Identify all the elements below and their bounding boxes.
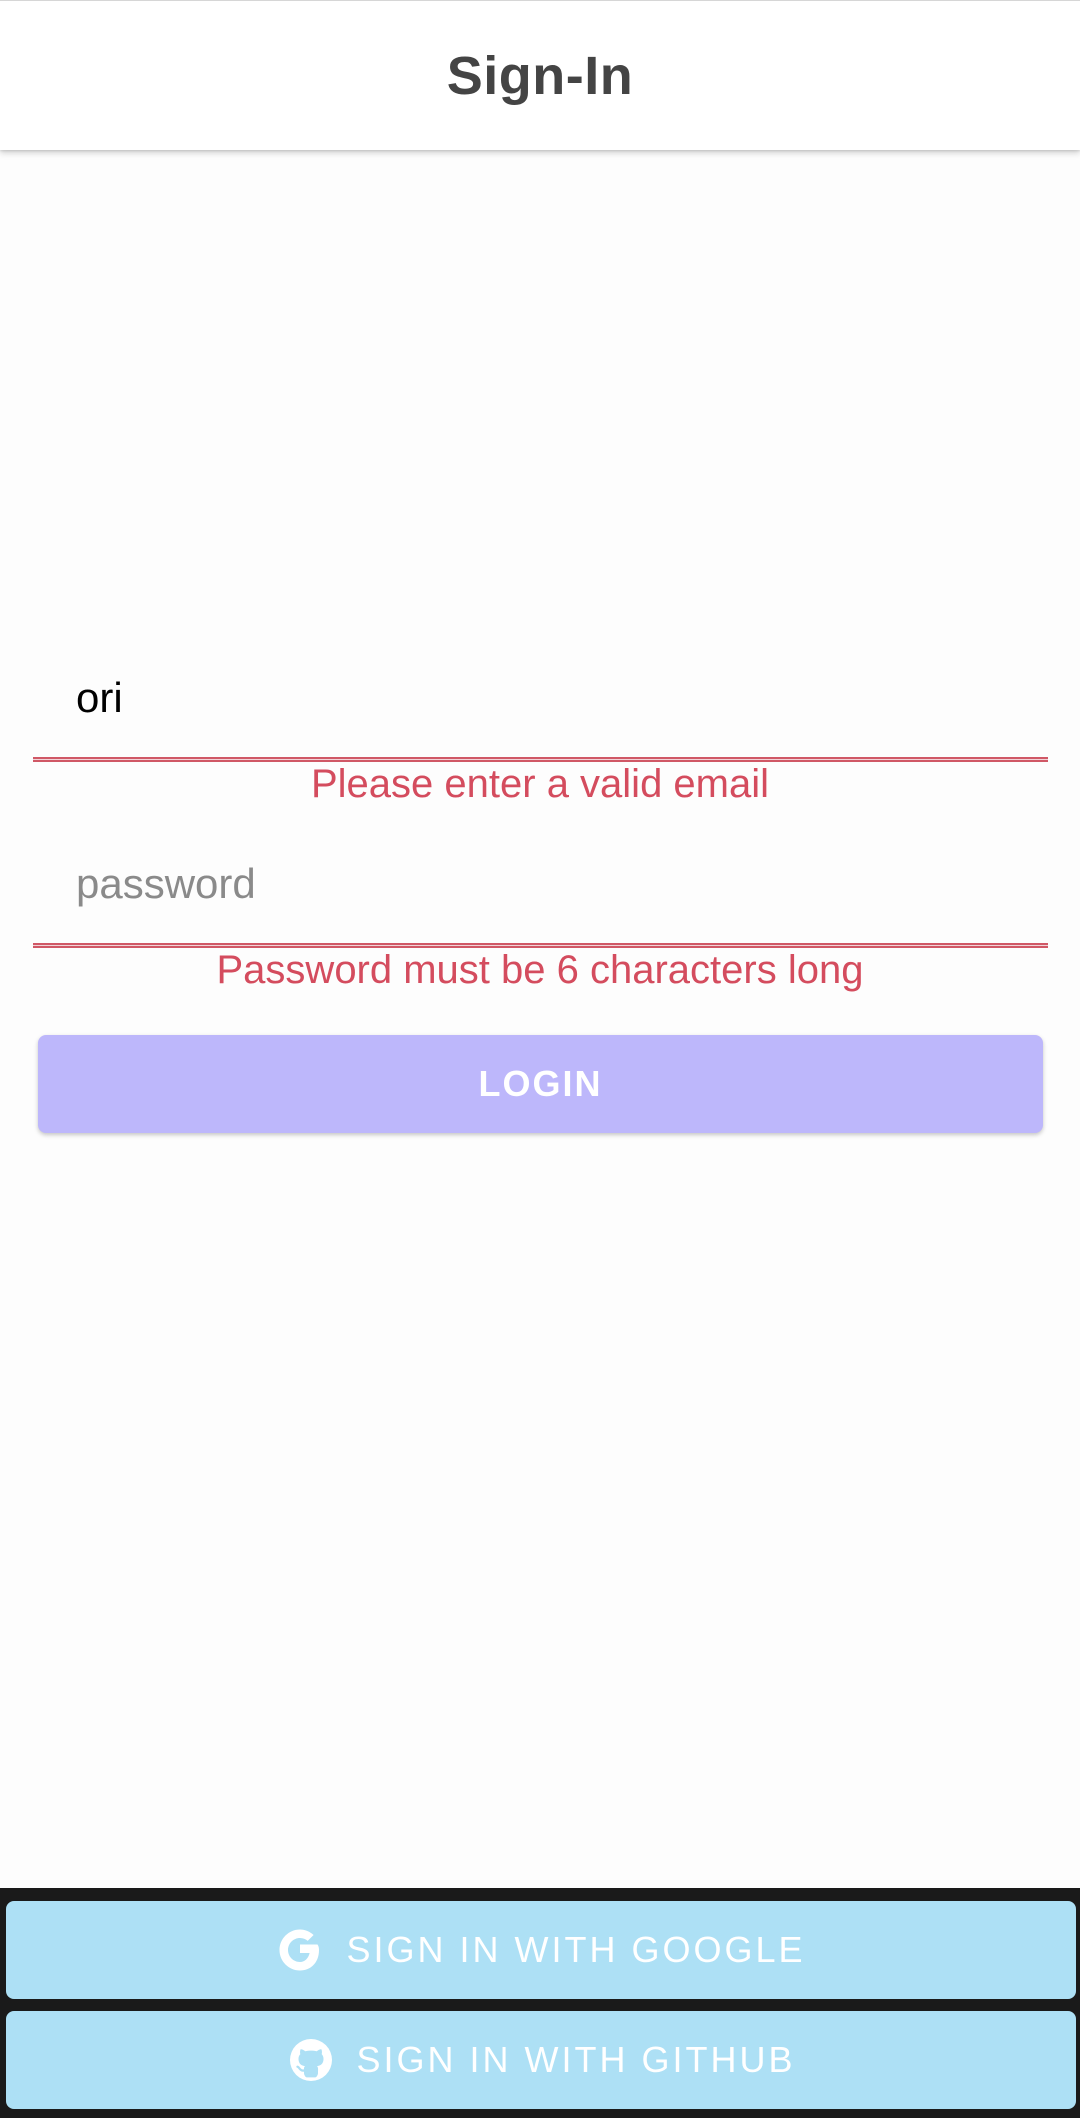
email-field: [33, 640, 1048, 762]
github-icon: [287, 2036, 335, 2084]
password-field: [33, 826, 1048, 948]
email-error-message: Please enter a valid email: [310, 762, 770, 806]
page-title: Sign-In: [446, 45, 634, 106]
email-input[interactable]: [33, 640, 1048, 756]
google-sign-in-button[interactable]: SIGN IN WITH GOOGLE: [6, 1901, 1076, 1999]
google-sign-in-label: SIGN IN WITH GOOGLE: [346, 1929, 806, 1970]
github-sign-in-label: SIGN IN WITH GITHUB: [356, 2039, 796, 2080]
sign-in-screen: Sign-In Please enter a valid email Passw…: [0, 0, 1080, 2118]
login-button[interactable]: LOGIN: [38, 1035, 1043, 1133]
app-bar: Sign-In: [0, 0, 1080, 150]
google-icon: [276, 1926, 324, 1974]
password-input[interactable]: [33, 826, 1048, 942]
password-error-message: Password must be 6 characters long: [216, 948, 864, 992]
github-sign-in-button[interactable]: SIGN IN WITH GITHUB: [6, 2011, 1076, 2109]
